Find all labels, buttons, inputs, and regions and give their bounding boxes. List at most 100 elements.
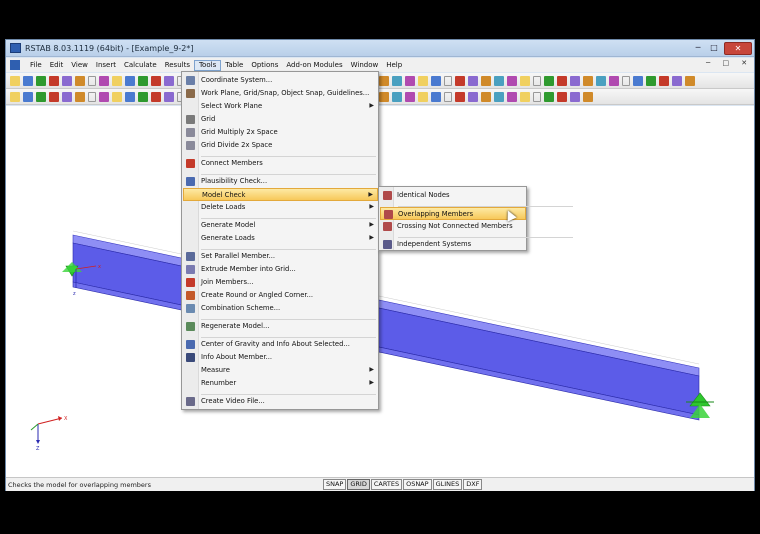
- toolbar-button-icon[interactable]: [164, 92, 174, 102]
- menu-item-generate-loads[interactable]: Generate Loads ▶: [183, 232, 378, 245]
- menu-item-connect-members[interactable]: Connect Members: [183, 157, 378, 170]
- toolbar-button-icon[interactable]: [622, 76, 630, 86]
- grid-toggle[interactable]: GRID: [347, 479, 370, 490]
- toolbar-button-icon[interactable]: [444, 76, 452, 86]
- menu-item-extrude-member-into-grid[interactable]: Extrude Member into Grid...: [183, 263, 378, 276]
- menu-add-on-modules[interactable]: Add-on Modules: [282, 60, 346, 71]
- toolbar-button-icon[interactable]: [62, 92, 72, 102]
- menu-table[interactable]: Table: [221, 60, 247, 71]
- menu-item-join-members[interactable]: Join Members...: [183, 276, 378, 289]
- toolbar-button-icon[interactable]: [481, 76, 491, 86]
- toolbar-button-icon[interactable]: [88, 76, 96, 86]
- toolbar-button-icon[interactable]: [151, 92, 161, 102]
- toolbar-button-icon[interactable]: [609, 76, 619, 86]
- toolbar-button-icon[interactable]: [570, 76, 580, 86]
- menu-item-create-video-file[interactable]: Create Video File...: [183, 395, 378, 408]
- toolbar-button-icon[interactable]: [455, 92, 465, 102]
- menu-item-plausibility-check[interactable]: Plausibility Check...: [183, 175, 378, 188]
- toolbar-button-icon[interactable]: [75, 92, 85, 102]
- menu-item-combination-scheme[interactable]: Combination Scheme...: [183, 302, 378, 315]
- menu-item-work-plane-grid-snap-object-snap-guidelines[interactable]: Work Plane, Grid/Snap, Object Snap, Guid…: [183, 87, 378, 100]
- toolbar-button-icon[interactable]: [138, 76, 148, 86]
- toolbar-button-icon[interactable]: [164, 76, 174, 86]
- model-drawing[interactable]: x z X Z: [6, 106, 754, 478]
- mdi-window-controls[interactable]: ─ □ ✕: [706, 59, 752, 67]
- toolbar-button-icon[interactable]: [10, 92, 20, 102]
- toolbar-button-icon[interactable]: [520, 92, 530, 102]
- menu-item-independent-systems[interactable]: Independent Systems: [380, 238, 526, 251]
- toolbar-button-icon[interactable]: [405, 92, 415, 102]
- menu-item-coordinate-system[interactable]: Coordinate System...: [183, 74, 378, 87]
- menu-item-model-check[interactable]: Model Check ▶: [183, 188, 378, 201]
- toolbar-button-icon[interactable]: [570, 92, 580, 102]
- menu-item-crossing-not-connected-members[interactable]: Crossing Not Connected Members: [380, 220, 526, 233]
- toolbar-button-icon[interactable]: [659, 76, 669, 86]
- menu-insert[interactable]: Insert: [92, 60, 120, 71]
- toolbar-button-icon[interactable]: [62, 76, 72, 86]
- toolbar-button-icon[interactable]: [507, 92, 517, 102]
- close-button[interactable]: ✕: [724, 42, 752, 55]
- toolbar-button-icon[interactable]: [431, 76, 441, 86]
- menu-item-measure[interactable]: Measure ▶: [183, 364, 378, 377]
- toolbar-button-icon[interactable]: [88, 92, 96, 102]
- toolbar-button-icon[interactable]: [36, 92, 46, 102]
- menu-item-select-work-plane[interactable]: Select Work Plane ▶: [183, 100, 378, 113]
- toolbar-button-icon[interactable]: [533, 92, 541, 102]
- menu-item-center-of-gravity-and-info-about-selected[interactable]: Center of Gravity and Info About Selecte…: [183, 338, 378, 351]
- toolbar-button-icon[interactable]: [520, 76, 530, 86]
- model-viewport[interactable]: x z X Z: [6, 106, 754, 478]
- toolbar-button-icon[interactable]: [507, 76, 517, 86]
- menu-file[interactable]: File: [26, 60, 46, 71]
- toolbar-button-icon[interactable]: [431, 92, 441, 102]
- menu-results[interactable]: Results: [161, 60, 194, 71]
- toolbar-button-icon[interactable]: [494, 92, 504, 102]
- toolbar-button-icon[interactable]: [10, 76, 20, 86]
- menu-calculate[interactable]: Calculate: [120, 60, 161, 71]
- toolbar-button-icon[interactable]: [392, 76, 402, 86]
- dxf-toggle[interactable]: DXF: [463, 479, 483, 490]
- toolbar-button-icon[interactable]: [455, 76, 465, 86]
- menu-item-identical-nodes[interactable]: Identical Nodes: [380, 189, 526, 202]
- glines-toggle[interactable]: GLINES: [432, 479, 463, 490]
- toolbar-button-icon[interactable]: [125, 92, 135, 102]
- menu-item-info-about-member[interactable]: Info About Member...: [183, 351, 378, 364]
- menu-item-grid[interactable]: Grid: [183, 113, 378, 126]
- toolbar-button-icon[interactable]: [49, 76, 59, 86]
- toolbar-button-icon[interactable]: [36, 76, 46, 86]
- toolbar-button-icon[interactable]: [557, 76, 567, 86]
- menu-item-create-round-or-angled-corner[interactable]: Create Round or Angled Corner...: [183, 289, 378, 302]
- toolbar-button-icon[interactable]: [646, 76, 656, 86]
- menu-item-renumber[interactable]: Renumber ▶: [183, 377, 378, 390]
- toolbar-button-icon[interactable]: [557, 92, 567, 102]
- toolbar-button-icon[interactable]: [125, 76, 135, 86]
- toolbar-button-icon[interactable]: [379, 76, 389, 86]
- menu-help[interactable]: Help: [382, 60, 406, 71]
- menu-item-generate-model[interactable]: Generate Model ▶: [183, 219, 378, 232]
- toolbar-button-icon[interactable]: [405, 76, 415, 86]
- menu-window[interactable]: Window: [347, 60, 383, 71]
- snap-toggle[interactable]: SNAP: [323, 479, 347, 490]
- menu-item-grid-divide-2x-space[interactable]: Grid Divide 2x Space: [183, 139, 378, 152]
- menu-tools[interactable]: Tools: [193, 60, 222, 71]
- menu-view[interactable]: View: [67, 60, 92, 71]
- toolbar-button-icon[interactable]: [633, 76, 643, 86]
- menu-item-regenerate-model[interactable]: Regenerate Model...: [183, 320, 378, 333]
- toolbar-button-icon[interactable]: [685, 76, 695, 86]
- toolbar-button-icon[interactable]: [49, 92, 59, 102]
- toolbar-button-icon[interactable]: [151, 76, 161, 86]
- toolbar-button-icon[interactable]: [23, 92, 33, 102]
- toolbar-button-icon[interactable]: [99, 76, 109, 86]
- toolbar-button-icon[interactable]: [112, 76, 122, 86]
- toolbar-button-icon[interactable]: [392, 92, 402, 102]
- toolbar-button-icon[interactable]: [112, 92, 122, 102]
- toolbar-button-icon[interactable]: [481, 92, 491, 102]
- toolbar-button-icon[interactable]: [533, 76, 541, 86]
- toolbar-button-icon[interactable]: [494, 76, 504, 86]
- maximize-button[interactable]: □: [706, 42, 722, 55]
- toolbar-button-icon[interactable]: [75, 76, 85, 86]
- toolbar-button-icon[interactable]: [379, 92, 389, 102]
- toolbar-button-icon[interactable]: [544, 76, 554, 86]
- toolbar-button-icon[interactable]: [583, 76, 593, 86]
- toolbar-button-icon[interactable]: [596, 76, 606, 86]
- osnap-toggle[interactable]: OSNAP: [403, 479, 432, 490]
